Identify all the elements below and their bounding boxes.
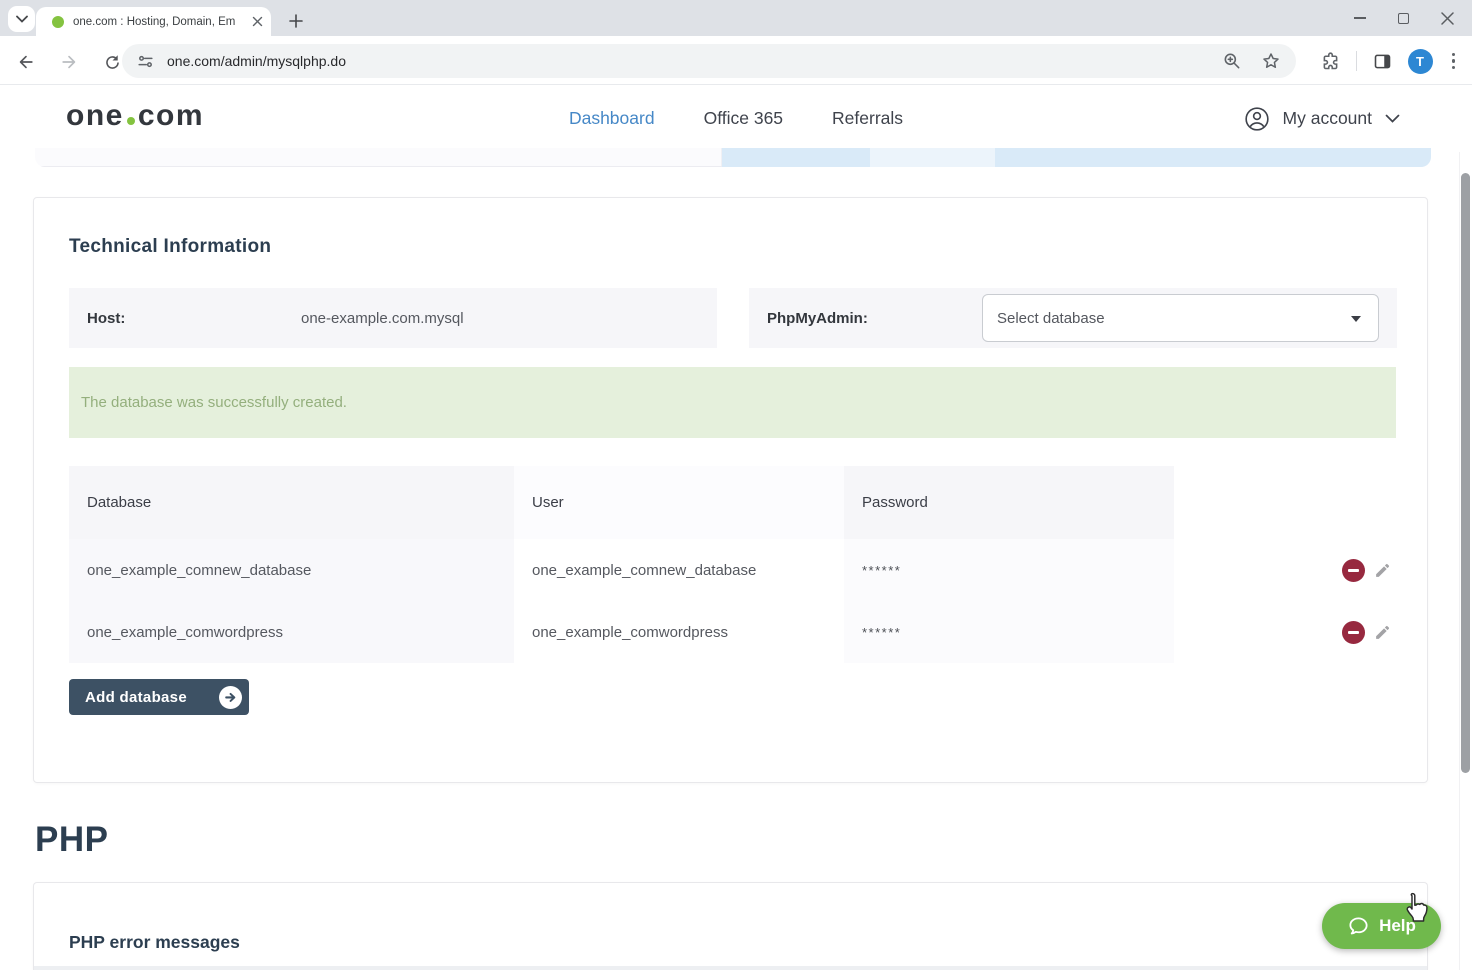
column-header-actions (1174, 466, 1421, 539)
nav-referrals[interactable]: Referrals (832, 108, 903, 129)
column-header-database: Database (69, 466, 514, 539)
chat-bubble-icon (1347, 915, 1370, 938)
arrow-right-icon (219, 686, 242, 709)
host-label: Host: (87, 288, 125, 348)
zoom-icon[interactable] (1222, 51, 1242, 71)
window-close-icon[interactable] (1441, 12, 1454, 25)
nav-dashboard[interactable]: Dashboard (569, 108, 655, 129)
new-tab-button[interactable] (283, 8, 309, 34)
success-message-banner: The database was successfully created. (69, 367, 1396, 438)
browser-profile-avatar[interactable]: T (1408, 49, 1433, 74)
table-cell-user: one_example_comnew_database (514, 539, 844, 601)
chevron-down-icon (16, 15, 28, 23)
host-row: Host: one-example.com.mysql (69, 288, 717, 348)
window-minimize-icon[interactable] (1354, 17, 1366, 19)
bookmark-star-icon[interactable] (1261, 51, 1281, 71)
select-caret-icon (1351, 316, 1361, 322)
page-scrollbar-track[interactable] (1459, 152, 1472, 970)
php-table-edge (34, 966, 1427, 970)
add-database-button[interactable]: Add database (69, 679, 249, 715)
table-cell-database: one_example_comwordpress (69, 601, 514, 663)
add-database-label: Add database (85, 689, 187, 706)
tab-title: one.com : Hosting, Domain, Em (73, 16, 236, 28)
delete-database-button[interactable] (1342, 621, 1365, 644)
browser-titlebar: one.com : Hosting, Domain, Em (0, 0, 1472, 36)
edit-pencil-icon[interactable] (1374, 624, 1391, 641)
help-label: Help (1379, 916, 1416, 936)
php-error-messages-title: PHP error messages (69, 932, 240, 953)
select-value: Select database (997, 310, 1105, 327)
toolbar-separator (1356, 51, 1357, 71)
forward-arrow-icon (59, 52, 79, 72)
url-text[interactable]: one.com/admin/mysqlphp.do (167, 53, 346, 69)
delete-database-button[interactable] (1342, 559, 1365, 582)
column-header-password: Password (844, 466, 1174, 539)
plus-icon (289, 14, 303, 28)
back-button[interactable] (12, 48, 40, 76)
table-cell-password: ****** (844, 601, 1174, 663)
success-message-text: The database was successfully created. (81, 394, 347, 411)
page-scrollbar-thumb[interactable] (1461, 173, 1470, 773)
php-heading: PHP (35, 820, 108, 860)
account-person-icon (1244, 106, 1270, 132)
php-card: PHP error messages (33, 882, 1428, 970)
table-row-actions (1174, 539, 1421, 601)
table-cell-database: one_example_comnew_database (69, 539, 514, 601)
edit-pencil-icon[interactable] (1374, 562, 1391, 579)
my-account-label: My account (1283, 108, 1372, 129)
browser-tab[interactable]: one.com : Hosting, Domain, Em (36, 7, 271, 36)
nav-office-365[interactable]: Office 365 (704, 108, 783, 129)
site-favicon-icon (52, 16, 64, 28)
host-value: one-example.com.mysql (301, 288, 464, 348)
column-header-user: User (514, 466, 844, 539)
phpmyadmin-database-select[interactable]: Select database (982, 294, 1379, 342)
table-cell-password: ****** (844, 539, 1174, 601)
technical-information-card: Technical Information Host: one-example.… (33, 197, 1428, 783)
chevron-down-icon (1385, 114, 1400, 124)
table-cell-user: one_example_comwordpress (514, 601, 844, 663)
phpmyadmin-label: PhpMyAdmin: (767, 288, 868, 348)
table-row-actions (1174, 601, 1421, 663)
help-button[interactable]: Help (1322, 903, 1441, 949)
site-header: onecom Dashboard Office 365 Referrals My… (0, 85, 1472, 152)
window-maximize-icon[interactable] (1398, 13, 1409, 24)
side-panel-icon[interactable] (1372, 51, 1393, 72)
tab-search-button[interactable] (8, 6, 35, 32)
reload-icon (103, 53, 122, 72)
scrolled-section-edge (35, 148, 1431, 167)
tab-close-icon[interactable] (252, 16, 263, 27)
browser-menu-icon[interactable] (1448, 53, 1460, 70)
technical-information-title: Technical Information (69, 236, 271, 258)
site-settings-icon[interactable] (136, 52, 155, 71)
database-table: Database User Password one_example_comne… (69, 466, 1421, 663)
extensions-icon[interactable] (1320, 51, 1341, 72)
back-arrow-icon (16, 52, 36, 72)
forward-button[interactable] (55, 48, 83, 76)
my-account-menu[interactable]: My account (1244, 85, 1400, 152)
phpmyadmin-row: PhpMyAdmin: Select database (749, 288, 1397, 348)
address-bar[interactable]: one.com/admin/mysqlphp.do (122, 44, 1296, 78)
